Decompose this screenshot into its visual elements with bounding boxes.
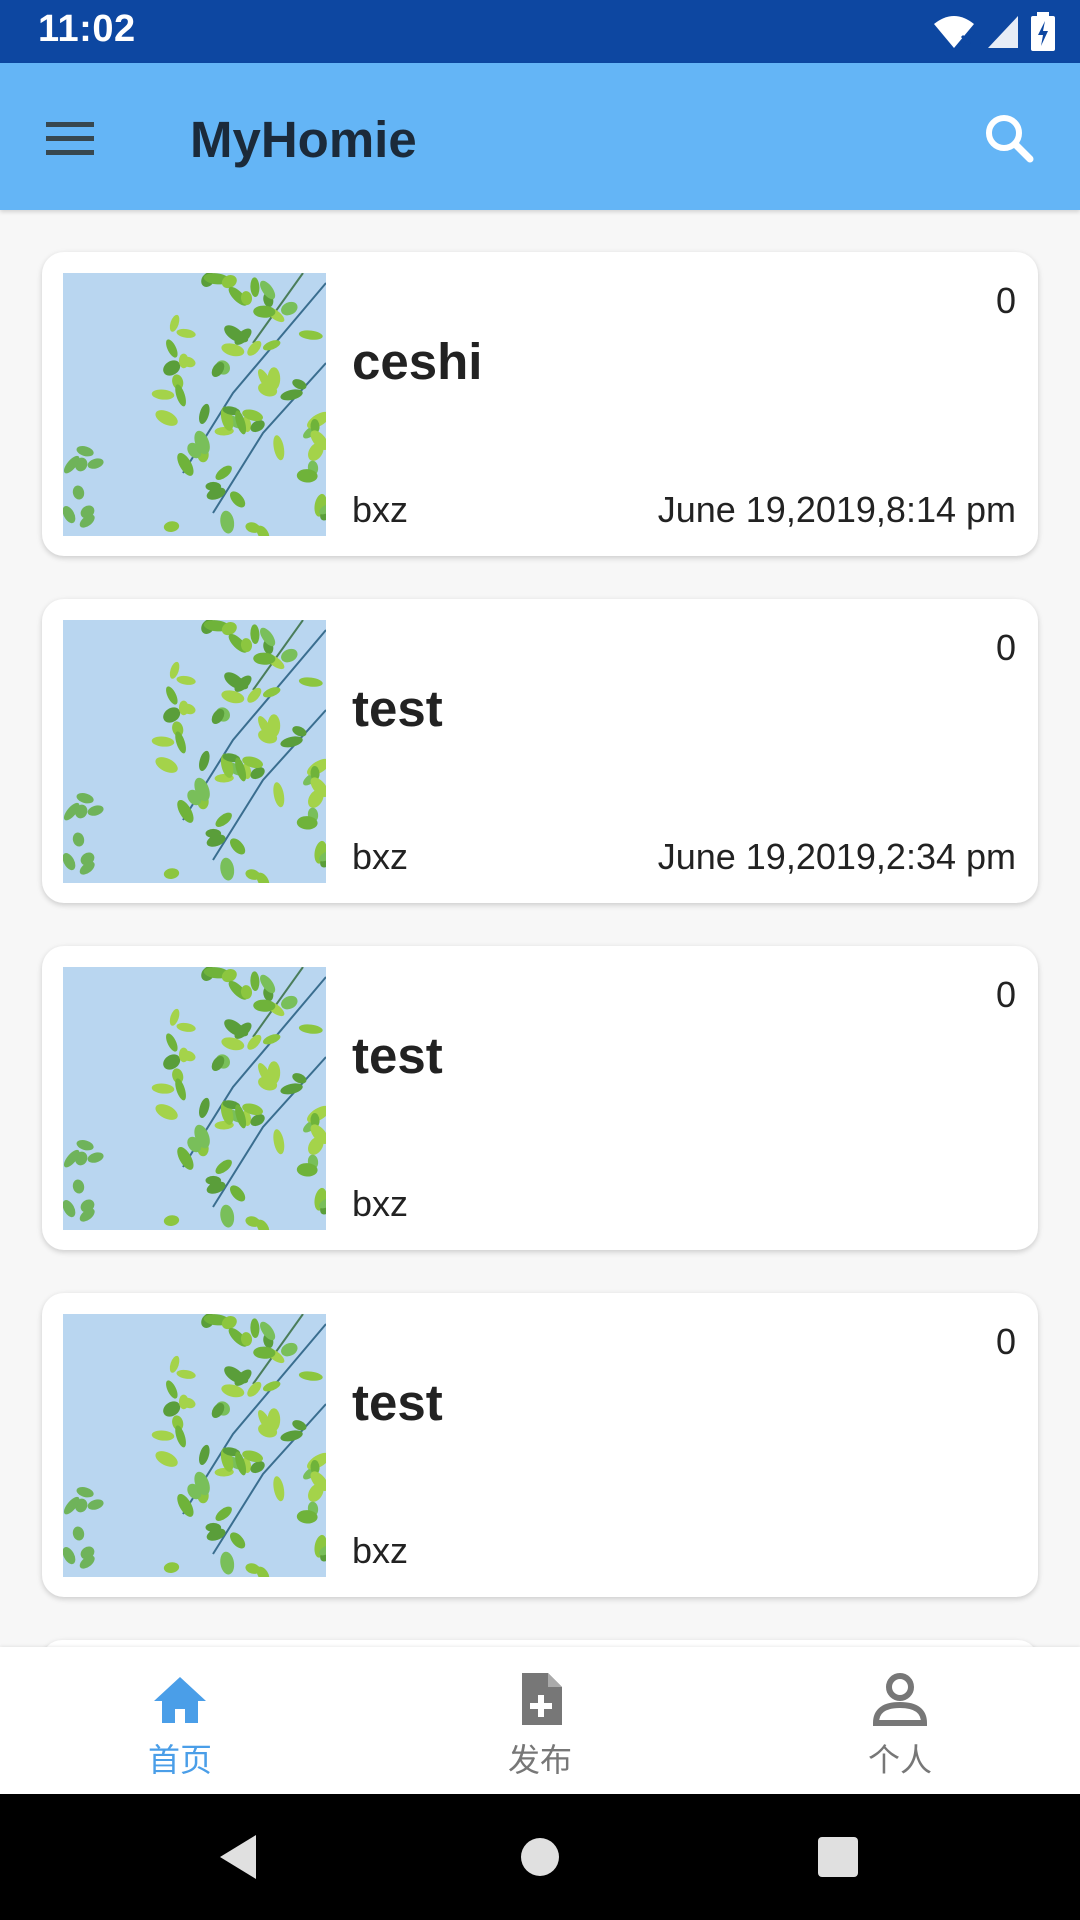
system-navigation-bar	[0, 1794, 1080, 1920]
menu-button[interactable]	[42, 110, 98, 166]
post-count: 0	[995, 627, 1016, 668]
recents-icon	[818, 1837, 858, 1877]
post-card[interactable]: 0 test bxz	[42, 1293, 1038, 1597]
signal-icon	[988, 16, 1018, 48]
nav-item-home[interactable]: 首页	[0, 1647, 360, 1794]
home-button[interactable]	[510, 1827, 570, 1887]
app-bar: MyHomie	[0, 63, 1080, 210]
nav-label: 个人	[867, 1741, 932, 1779]
post-thumbnail	[63, 1314, 326, 1577]
nav-label: 发布	[507, 1741, 572, 1779]
back-icon	[220, 1835, 256, 1879]
battery-icon	[1031, 12, 1055, 51]
post-thumbnail	[63, 620, 326, 883]
home-circle-icon	[521, 1838, 559, 1876]
nav-label: 首页	[147, 1741, 212, 1779]
bottom-navigation: 首页 发布 个人	[0, 1647, 1080, 1794]
post-title: test	[352, 1374, 443, 1431]
post-card[interactable]: 0 ceshi bxz June 19,2019,8:14 pm	[42, 252, 1038, 556]
post-card[interactable]: 0 test bxz	[42, 946, 1038, 1250]
app-title: MyHomie	[190, 111, 417, 168]
post-date: June 19,2019,2:34 pm	[657, 836, 1016, 877]
post-title: ceshi	[352, 333, 483, 390]
post-author: bxz	[352, 836, 409, 877]
status-icons	[932, 12, 1056, 52]
person-icon	[872, 1673, 928, 1726]
app-screen: 11:02 MyHomie 0 ceshi bxz June 19,2019,8…	[0, 0, 1080, 1920]
post-author: bxz	[352, 489, 409, 530]
recents-button[interactable]	[808, 1827, 868, 1887]
back-button[interactable]	[208, 1827, 268, 1887]
wifi-icon	[934, 16, 974, 48]
status-time: 11:02	[38, 8, 136, 50]
post-author: bxz	[352, 1530, 409, 1571]
post-thumbnail	[63, 273, 326, 536]
home-icon	[154, 1677, 206, 1723]
new-document-icon	[522, 1673, 562, 1725]
post-date: June 19,2019,8:14 pm	[657, 489, 1016, 530]
post-title: test	[352, 1027, 443, 1084]
nav-item-profile[interactable]: 个人	[720, 1647, 1080, 1794]
post-thumbnail	[63, 967, 326, 1230]
post-count: 0	[995, 1321, 1016, 1362]
nav-item-publish[interactable]: 发布	[360, 1647, 720, 1794]
post-count: 0	[995, 974, 1016, 1015]
post-author: bxz	[352, 1183, 409, 1224]
menu-icon	[46, 122, 94, 155]
post-card[interactable]: 0 test bxz June 19,2019,2:34 pm	[42, 599, 1038, 903]
post-count: 0	[995, 280, 1016, 321]
search-button[interactable]	[980, 109, 1040, 169]
post-title: test	[352, 680, 443, 737]
search-icon	[986, 115, 1034, 163]
post-card-partial[interactable]	[42, 1640, 1038, 1647]
post-list: 0 ceshi bxz June 19,2019,8:14 pm 0 test …	[0, 210, 1080, 1647]
status-bar: 11:02	[0, 0, 1080, 63]
